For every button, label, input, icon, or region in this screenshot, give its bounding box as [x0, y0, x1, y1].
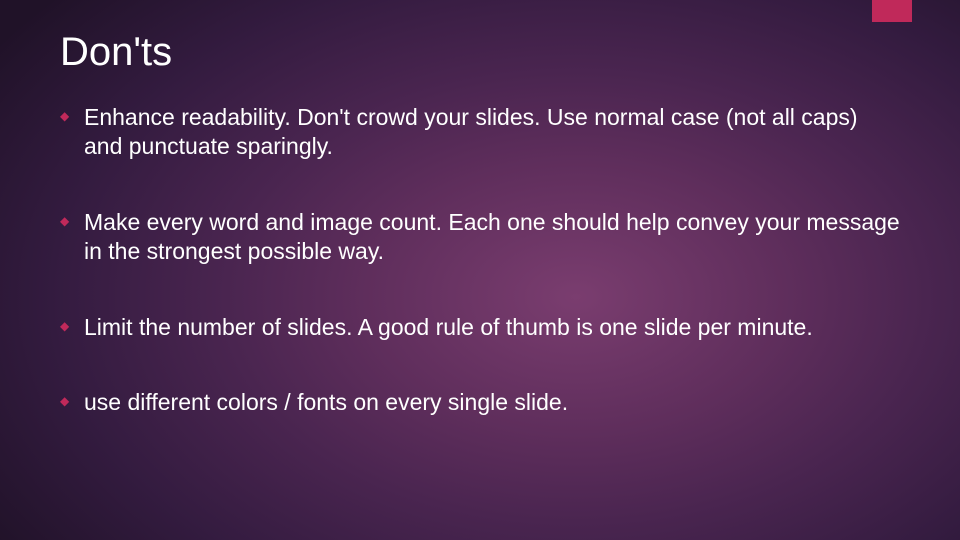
bullet-list: Enhance readability. Don't crowd your sl… — [60, 103, 900, 418]
list-item: use different colors / fonts on every si… — [60, 388, 900, 417]
accent-decoration — [872, 0, 912, 22]
list-item: Make every word and image count. Each on… — [60, 208, 900, 267]
slide-title: Don'ts — [60, 30, 900, 75]
list-item: Limit the number of slides. A good rule … — [60, 313, 900, 342]
list-item: Enhance readability. Don't crowd your sl… — [60, 103, 900, 162]
slide-content: Don'ts Enhance readability. Don't crowd … — [0, 0, 960, 448]
